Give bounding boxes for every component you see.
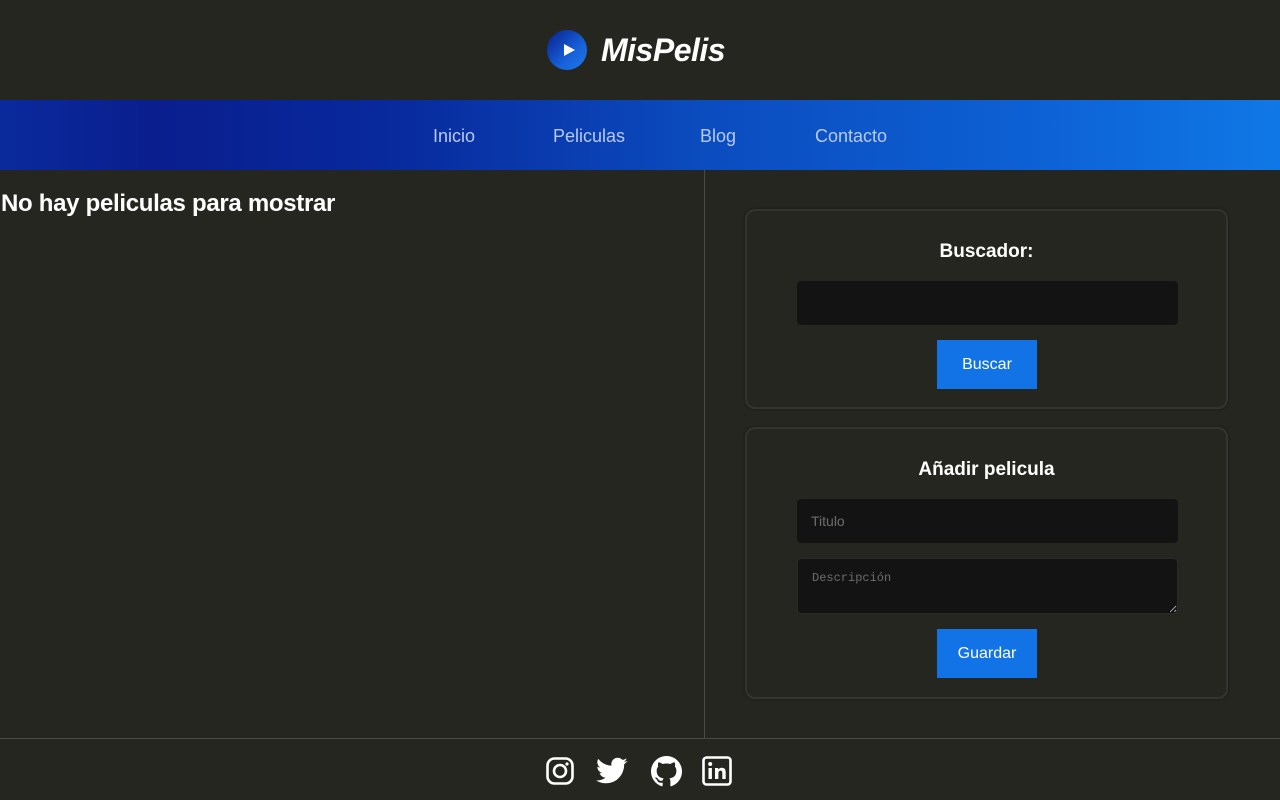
movies-content: No hay peliculas para mostrar bbox=[0, 170, 705, 738]
search-title: Buscador: bbox=[939, 241, 1034, 262]
github-icon[interactable] bbox=[650, 755, 682, 786]
description-textarea[interactable] bbox=[797, 558, 1178, 614]
main-area: No hay peliculas para mostrar Buscador: … bbox=[0, 170, 1280, 738]
nav-item-peliculas[interactable]: Peliculas bbox=[553, 126, 625, 147]
sidebar: Buscador: Buscar Añadir pelicula Guardar bbox=[706, 170, 1280, 738]
nav-item-contacto[interactable]: Contacto bbox=[815, 126, 887, 147]
instagram-icon[interactable] bbox=[545, 756, 575, 786]
site-footer bbox=[0, 738, 1280, 800]
nav-item-blog[interactable]: Blog bbox=[700, 126, 736, 147]
logo[interactable]: MisPelis bbox=[547, 30, 726, 70]
site-header: MisPelis bbox=[0, 0, 1280, 100]
title-input[interactable] bbox=[797, 499, 1178, 543]
add-movie-panel: Añadir pelicula Guardar bbox=[745, 427, 1228, 699]
search-button[interactable]: Buscar bbox=[937, 340, 1037, 389]
search-panel: Buscador: Buscar bbox=[745, 209, 1228, 409]
search-input[interactable] bbox=[797, 281, 1178, 325]
empty-message: No hay peliculas para mostrar bbox=[1, 190, 336, 217]
linkedin-icon[interactable] bbox=[702, 756, 732, 786]
save-button[interactable]: Guardar bbox=[937, 629, 1037, 678]
twitter-icon[interactable] bbox=[596, 756, 628, 786]
brand-name: MisPelis bbox=[601, 31, 726, 68]
add-movie-title: Añadir pelicula bbox=[918, 459, 1055, 480]
main-nav: Inicio Peliculas Blog Contacto bbox=[0, 100, 1280, 170]
play-icon bbox=[547, 30, 587, 70]
nav-item-inicio[interactable]: Inicio bbox=[433, 126, 475, 147]
